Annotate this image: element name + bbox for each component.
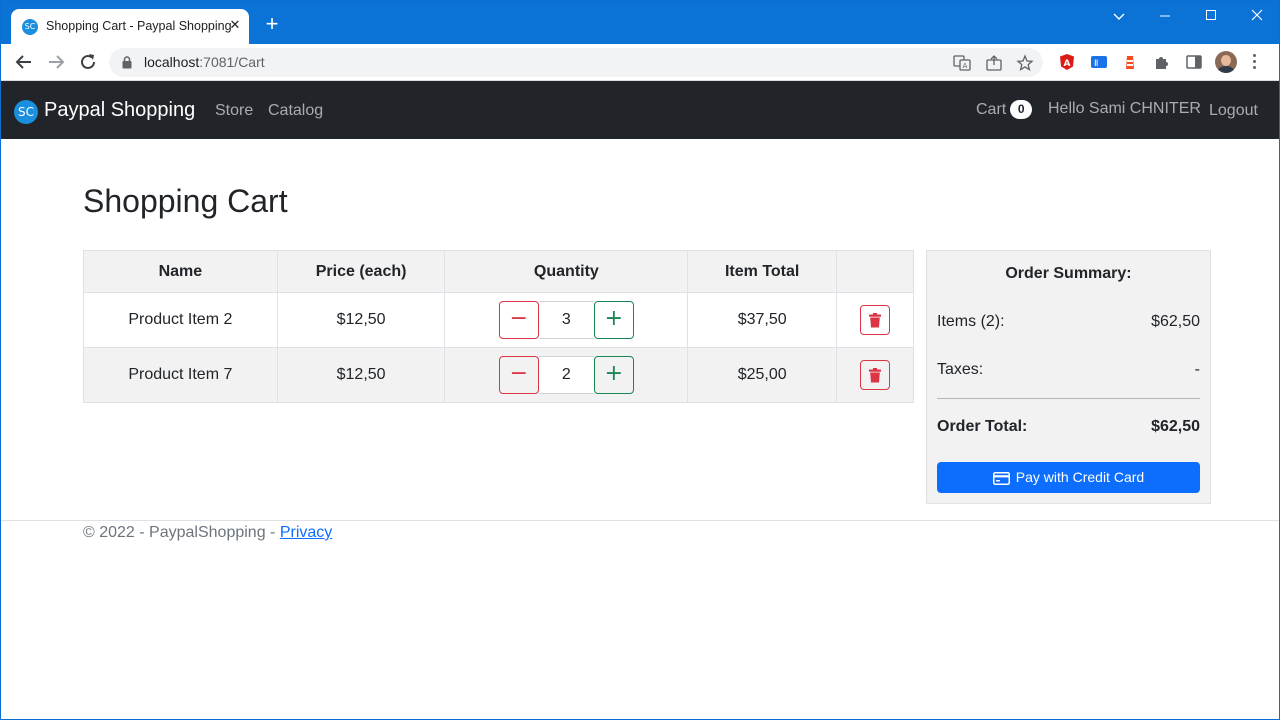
url-text[interactable]: localhost:7081/Cart [144,54,265,70]
nav-catalog-link[interactable]: Catalog [268,102,323,120]
summary-items-label: Items (2): [937,313,1005,330]
quantity-value[interactable]: 2 [538,356,594,394]
tab-close-icon[interactable]: ✕ [227,17,243,33]
delete-item-button[interactable] [860,305,891,335]
profile-avatar[interactable] [1215,51,1237,73]
logout-link[interactable]: Logout [1209,102,1258,120]
trash-icon [869,313,882,328]
tab-title: Shopping Cart - Paypal Shopping [46,19,231,33]
quantity-cell: − 2 + [444,347,689,403]
summary-divider [937,398,1200,399]
summary-items-row: Items (2): $62,50 [937,313,1200,331]
increase-quantity-button[interactable]: + [593,356,634,394]
product-name: Product Item 7 [83,347,278,403]
summary-taxes-value: - [1194,361,1200,378]
nav-cart-link[interactable]: Cart 0 [976,100,1033,119]
brand-logo-icon[interactable]: SC [14,100,38,124]
cart-table: Name Price (each) Quantity Item Total Pr… [83,250,914,403]
actions-cell [836,292,914,348]
summary-taxes-row: Taxes: - [937,361,1200,379]
cart-label: Cart [976,101,1007,118]
summary-taxes-label: Taxes: [937,361,984,378]
table-header-row: Name Price (each) Quantity Item Total [83,250,914,293]
favicon-icon: SC [22,19,38,35]
lock-icon[interactable] [122,56,132,74]
summary-total-value: $62,50 [1151,418,1200,435]
browser-toolbar: localhost:7081/Cart A A Ⅱ [1,44,1279,81]
quantity-cell: − 3 + [444,292,689,348]
quantity-value[interactable]: 3 [538,301,594,339]
svg-text:A: A [1064,59,1071,69]
maximize-icon[interactable] [1188,1,1234,31]
forward-icon[interactable] [45,51,67,73]
title-bar: SC Shopping Cart - Paypal Shopping ✕ + [1,1,1279,44]
side-panel-icon[interactable] [1185,53,1203,71]
product-price: $12,50 [276,292,446,348]
summary-total-row: Order Total: $62,50 [937,418,1200,436]
footer-divider [1,520,1279,521]
column-header-price: Price (each) [276,250,446,293]
order-summary-panel: Order Summary: Items (2): $62,50 Taxes: … [926,250,1211,504]
devtools-extension-icon[interactable]: Ⅱ [1090,53,1108,71]
url-host: localhost [144,54,200,70]
new-tab-icon[interactable]: + [263,13,281,35]
credit-card-icon [992,472,1010,485]
browser-tab[interactable]: SC Shopping Cart - Paypal Shopping ✕ [11,9,249,44]
close-window-icon[interactable] [1234,1,1279,31]
footer: © 2022 - PaypalShopping - Privacy [83,524,332,542]
column-header-name: Name [83,250,278,293]
summary-total-label: Order Total: [937,418,1028,435]
lighthouse-extension-icon[interactable] [1121,53,1139,71]
tab-search-icon[interactable] [1096,1,1142,31]
product-price: $12,50 [276,347,446,403]
site-navbar: SC Paypal Shopping Store Catalog Cart 0 H… [1,81,1279,139]
bookmark-star-icon[interactable] [1016,54,1034,72]
column-header-actions [836,250,914,293]
brand-link[interactable]: Paypal Shopping [44,99,195,122]
delete-item-button[interactable] [860,360,891,390]
user-greeting-link[interactable]: Hello Sami CHNITER [1048,100,1201,118]
cart-count-badge: 0 [1010,100,1033,119]
share-icon[interactable] [985,54,1003,72]
back-icon[interactable] [13,51,35,73]
reload-icon[interactable] [77,51,99,73]
extensions-puzzle-icon[interactable] [1153,53,1171,71]
footer-copyright: © 2022 - PaypalShopping - [83,524,280,541]
pay-with-credit-card-button[interactable]: Pay with Credit Card [937,462,1200,493]
svg-text:A: A [963,62,968,70]
item-total: $37,50 [687,292,838,348]
quantity-stepper: − 3 + [498,301,634,339]
pay-button-label: Pay with Credit Card [1015,469,1145,485]
product-name: Product Item 2 [83,292,278,348]
summary-items-value: $62,50 [1151,313,1200,330]
item-total: $25,00 [687,347,838,403]
privacy-link[interactable]: Privacy [280,524,332,541]
quantity-stepper: − 2 + [498,356,634,394]
svg-text:Ⅱ: Ⅱ [1094,59,1098,69]
decrease-quantity-button[interactable]: − [498,301,539,339]
column-header-quantity: Quantity [444,250,689,293]
decrease-quantity-button[interactable]: − [498,356,539,394]
angular-extension-icon[interactable]: A [1058,53,1076,71]
column-header-item-total: Item Total [687,250,838,293]
browser-window: SC Shopping Cart - Paypal Shopping ✕ + l… [0,0,1280,720]
order-summary-title: Order Summary: [1005,265,1132,282]
trash-icon [869,368,882,383]
more-menu-icon[interactable] [1253,54,1257,72]
translate-icon[interactable]: A [953,54,971,72]
increase-quantity-button[interactable]: + [593,301,634,339]
table-row: Product Item 2 $12,50 − 3 + $37,50 [83,292,914,348]
table-row: Product Item 7 $12,50 − 2 + $25,00 [83,347,914,403]
nav-store-link[interactable]: Store [215,102,253,120]
actions-cell [836,347,914,403]
minimize-icon[interactable] [1142,1,1188,31]
address-bar[interactable]: localhost:7081/Cart A [109,48,1043,77]
page-title: Shopping Cart [83,183,288,219]
url-path: :7081/Cart [199,54,265,70]
